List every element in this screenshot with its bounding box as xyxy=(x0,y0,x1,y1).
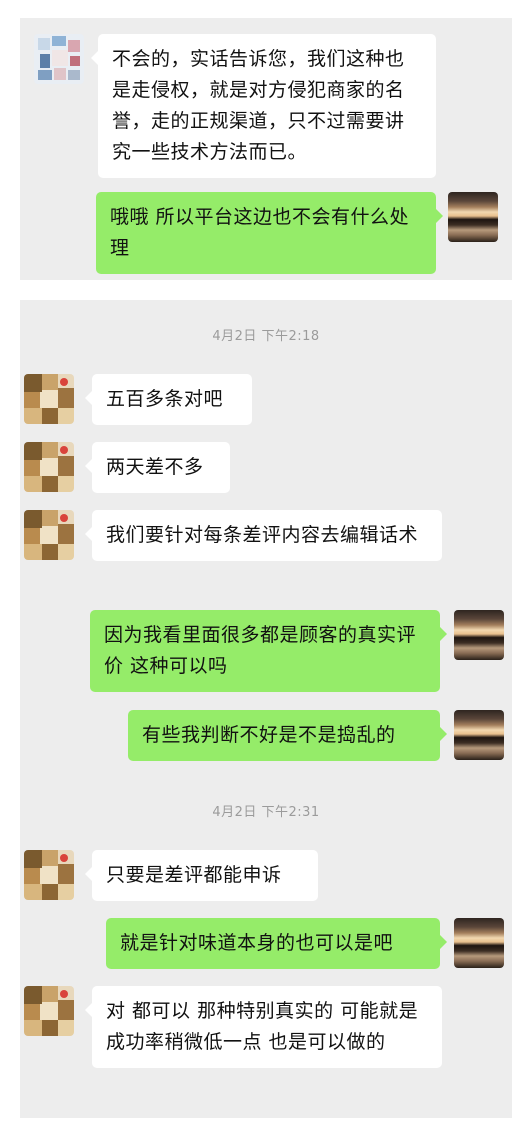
outgoing-message[interactable]: 哦哦 所以平台这边也不会有什么处理 xyxy=(96,192,443,274)
pixelated-avatar[interactable] xyxy=(34,34,84,84)
sunset-avatar[interactable] xyxy=(454,610,504,660)
incoming-message[interactable]: 五百多条对吧 xyxy=(85,374,252,425)
sunset-avatar[interactable] xyxy=(454,918,504,968)
timestamp: 4月2日 下午2:18 xyxy=(212,329,320,344)
dog-avatar[interactable] xyxy=(24,374,74,424)
sunset-avatar[interactable] xyxy=(454,710,504,760)
incoming-message[interactable]: 不会的，实话告诉您，我们这种也是走侵权，就是对方侵犯商家的名誉，走的正规渠道，只… xyxy=(91,34,436,178)
outgoing-message[interactable]: 因为我看里面很多都是顾客的真实评价 这种可以吗 xyxy=(90,610,447,692)
timestamp: 4月2日 下午2:31 xyxy=(212,805,320,820)
sunset-avatar[interactable] xyxy=(448,192,498,242)
incoming-message[interactable]: 我们要针对每条差评内容去编辑话术 xyxy=(85,510,442,561)
dog-avatar[interactable] xyxy=(24,850,74,900)
dog-avatar[interactable] xyxy=(24,986,74,1036)
chat-panel-top: 不会的，实话告诉您，我们这种也是走侵权，就是对方侵犯商家的名誉，走的正规渠道，只… xyxy=(20,18,512,280)
outgoing-message[interactable]: 就是针对味道本身的也可以是吧 xyxy=(106,918,447,969)
dog-avatar[interactable] xyxy=(24,442,74,492)
incoming-message[interactable]: 对 都可以 那种特别真实的 可能就是成功率稍微低一点 也是可以做的 xyxy=(85,986,442,1068)
incoming-message[interactable]: 只要是差评都能申诉 xyxy=(85,850,318,901)
incoming-message[interactable]: 两天差不多 xyxy=(85,442,230,493)
outgoing-message[interactable]: 有些我判断不好是不是捣乱的 xyxy=(128,710,447,761)
dog-avatar[interactable] xyxy=(24,510,74,560)
chat-panel-bottom: 4月2日 下午2:18 五百多条对吧 两天差不多 我们要针对每条差评内容去编辑话… xyxy=(20,300,512,1118)
